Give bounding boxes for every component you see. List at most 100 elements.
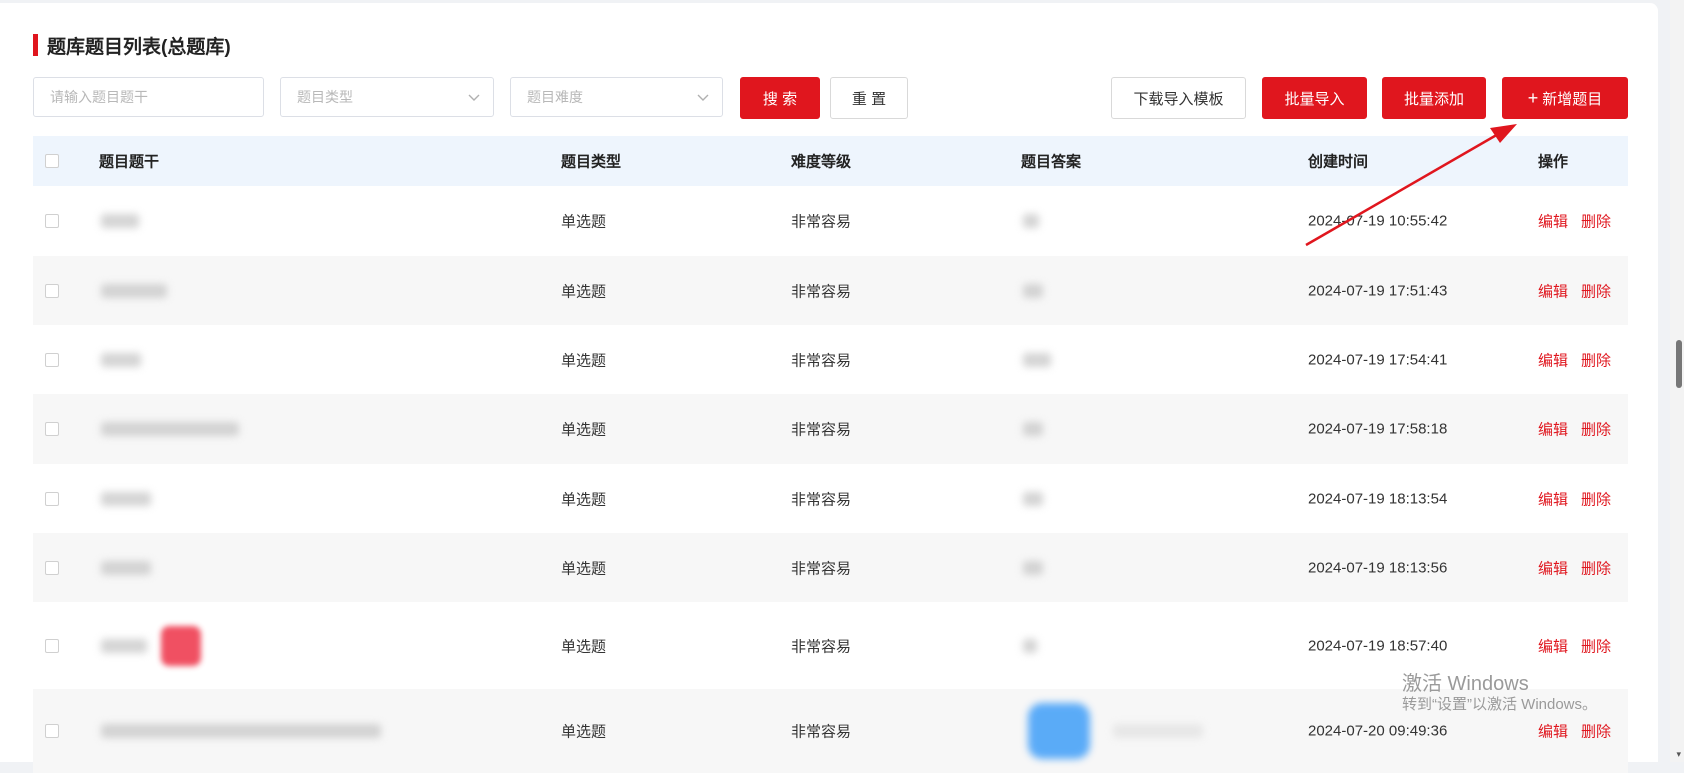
batch-add-button[interactable]: 批量添加 (1382, 77, 1486, 119)
edit-link[interactable]: 编辑 (1538, 488, 1568, 509)
search-button[interactable]: 搜 索 (740, 77, 820, 119)
question-type-cell: 单选题 (561, 491, 607, 508)
page-title: 题库题目列表(总题库) (47, 36, 231, 58)
difficulty-cell: 非常容易 (791, 213, 852, 231)
table-row: 单选题 非常容易 2024-07-19 18:57:40 编辑 删除 (33, 602, 1628, 689)
row-checkbox[interactable] (45, 638, 59, 653)
difficulty-cell: 非常容易 (791, 723, 852, 741)
column-header-actions: 操作 (1538, 153, 1569, 171)
difficulty-cell: 非常容易 (791, 491, 852, 508)
add-question-label: 新增题目 (1542, 90, 1603, 108)
redacted-answer (1113, 724, 1203, 738)
scrollbar-thumb[interactable] (1676, 340, 1682, 388)
row-checkbox[interactable] (45, 724, 59, 738)
page-header: 题库题目列表(总题库) (33, 33, 231, 58)
activation-watermark-subtitle: 转到“设置”以激活 Windows。 (1402, 696, 1598, 713)
created-time-cell: 2024-07-19 18:13:56 (1308, 559, 1448, 576)
redacted-stem (101, 638, 147, 653)
column-header-answer: 题目答案 (1021, 153, 1082, 171)
delete-link[interactable]: 删除 (1581, 635, 1611, 656)
activation-watermark-title: 激活 Windows (1402, 673, 1529, 695)
plus-icon: + (1527, 88, 1539, 108)
batch-import-button[interactable]: 批量导入 (1262, 77, 1367, 119)
edit-link[interactable]: 编辑 (1538, 349, 1568, 370)
delete-link[interactable]: 删除 (1581, 280, 1611, 301)
question-type-cell: 单选题 (561, 723, 607, 741)
redacted-answer (1023, 352, 1051, 367)
row-checkbox[interactable] (45, 352, 59, 367)
redacted-image (1028, 703, 1090, 759)
created-time-cell: 2024-07-19 17:58:18 (1308, 420, 1448, 438)
content-panel: 题库题目列表(总题库) 题目类型 题目难度 搜 索 重 置 下载导入模板 批量导… (0, 3, 1658, 773)
table-row: 单选题 非常容易 2024-07-19 17:54:41 编辑 删除 (33, 325, 1628, 394)
redacted-answer (1023, 283, 1043, 298)
column-header-type: 题目类型 (561, 153, 622, 171)
delete-link[interactable]: 删除 (1581, 211, 1611, 232)
stem-search-field[interactable] (33, 77, 264, 117)
edit-link[interactable]: 编辑 (1538, 721, 1568, 742)
edit-link[interactable]: 编辑 (1538, 635, 1568, 656)
redacted-answer (1023, 491, 1043, 506)
edit-link[interactable]: 编辑 (1538, 211, 1568, 232)
delete-link[interactable]: 删除 (1581, 721, 1611, 742)
row-checkbox[interactable] (45, 560, 59, 575)
difficulty-cell: 非常容易 (791, 638, 852, 655)
edit-link[interactable]: 编辑 (1538, 280, 1568, 301)
question-type-cell: 单选题 (561, 352, 607, 369)
redacted-stem (101, 422, 239, 436)
add-question-button[interactable]: + 新增题目 (1502, 77, 1628, 119)
created-time-cell: 2024-07-19 17:54:41 (1308, 351, 1448, 368)
question-table: 题目题干 题目类型 难度等级 题目答案 创建时间 操作 单选题 非常容易 202… (33, 136, 1628, 773)
question-type-cell: 单选题 (561, 638, 607, 655)
scroll-down-icon[interactable]: ▾ (1676, 749, 1681, 760)
redacted-stem (101, 214, 139, 228)
redacted-stem (101, 352, 141, 367)
row-checkbox[interactable] (45, 491, 59, 506)
edit-link[interactable]: 编辑 (1538, 419, 1568, 440)
redacted-answer (1023, 214, 1039, 228)
question-type-cell: 单选题 (561, 421, 607, 439)
difficulty-select[interactable]: 题目难度 (510, 77, 723, 117)
row-checkbox[interactable] (45, 422, 59, 436)
created-time-cell: 2024-07-19 10:55:42 (1308, 212, 1448, 230)
edit-link[interactable]: 编辑 (1538, 557, 1568, 578)
table-row: 单选题 非常容易 2024-07-19 18:13:56 编辑 删除 (33, 533, 1628, 602)
delete-link[interactable]: 删除 (1581, 419, 1611, 440)
filter-toolbar: 题目类型 题目难度 搜 索 重 置 下载导入模板 批量导入 批量添加 + 新增题… (33, 77, 1628, 119)
table-row: 单选题 非常容易 2024-07-20 09:49:36 编辑 删除 (33, 689, 1628, 773)
delete-link[interactable]: 删除 (1581, 557, 1611, 578)
difficulty-cell: 非常容易 (791, 352, 852, 369)
question-type-cell: 单选题 (561, 213, 607, 231)
created-time-cell: 2024-07-19 18:57:40 (1308, 637, 1448, 654)
difficulty-cell: 非常容易 (791, 560, 852, 577)
delete-link[interactable]: 删除 (1581, 488, 1611, 509)
difficulty-cell: 非常容易 (791, 283, 852, 300)
row-checkbox[interactable] (45, 283, 59, 298)
row-checkbox[interactable] (45, 214, 59, 228)
difficulty-placeholder: 题目难度 (527, 89, 583, 105)
created-time-cell: 2024-07-19 17:51:43 (1308, 282, 1448, 299)
created-time-cell: 2024-07-19 18:13:54 (1308, 490, 1448, 507)
vertical-scrollbar[interactable]: ▾ (1670, 0, 1684, 762)
table-row: 单选题 非常容易 2024-07-19 18:13:54 编辑 删除 (33, 464, 1628, 533)
table-row: 单选题 非常容易 2024-07-19 17:58:18 编辑 删除 (33, 394, 1628, 464)
column-header-difficulty: 难度等级 (791, 153, 852, 171)
redacted-stem (101, 560, 151, 575)
select-all-checkbox[interactable] (45, 154, 59, 168)
table-row: 单选题 非常容易 2024-07-19 17:51:43 编辑 删除 (33, 256, 1628, 325)
reset-button[interactable]: 重 置 (830, 77, 908, 119)
redacted-stem (101, 724, 381, 738)
chevron-down-icon (697, 94, 709, 101)
delete-link[interactable]: 删除 (1581, 349, 1611, 370)
table-header: 题目题干 题目类型 难度等级 题目答案 创建时间 操作 (33, 136, 1628, 186)
question-type-select[interactable]: 题目类型 (280, 77, 494, 117)
difficulty-cell: 非常容易 (791, 421, 852, 439)
created-time-cell: 2024-07-20 09:49:36 (1308, 722, 1448, 740)
redacted-image (161, 625, 201, 666)
table-row: 单选题 非常容易 2024-07-19 10:55:42 编辑 删除 (33, 186, 1628, 256)
question-type-placeholder: 题目类型 (297, 89, 353, 105)
redacted-stem (101, 491, 151, 506)
download-template-button[interactable]: 下载导入模板 (1111, 77, 1246, 119)
redacted-stem (101, 283, 167, 298)
stem-search-input[interactable] (50, 89, 263, 105)
